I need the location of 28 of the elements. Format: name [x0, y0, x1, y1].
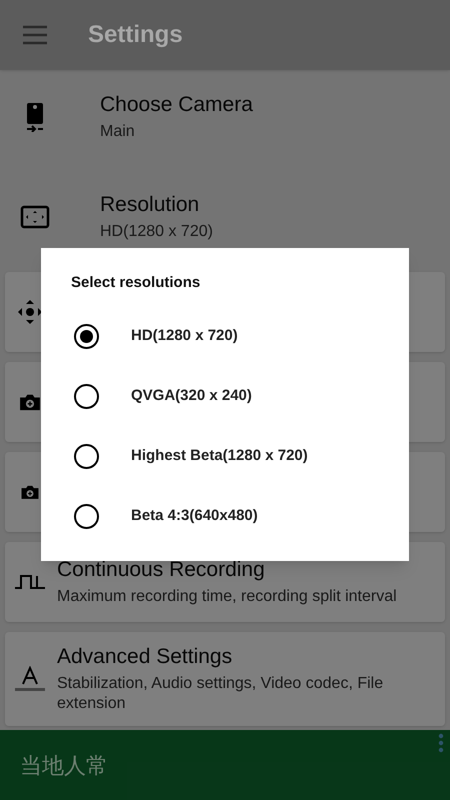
radio-button[interactable] — [74, 444, 99, 469]
camera-icon — [20, 483, 40, 501]
dialog-title: Select resolutions — [70, 273, 202, 293]
radio-button[interactable] — [74, 384, 99, 409]
setting-row[interactable]: Choose Camera Main — [0, 72, 450, 162]
ad-text: 当地人常 — [20, 752, 108, 780]
setting-value: Maximum recording time, recording split interval — [57, 587, 397, 608]
setting-value: Main — [100, 122, 136, 142]
setting-value: Stabilization, Audio settings, Video codec, File extension — [57, 674, 384, 714]
app-title: Settings — [88, 20, 183, 50]
ad-banner[interactable]: 当地人常 — [0, 730, 450, 800]
radio-button[interactable] — [74, 324, 99, 349]
square-wave-icon — [15, 574, 45, 590]
resolution-option[interactable]: QVGA(320 x 240) — [41, 366, 409, 426]
setting-value: HD(1280 x 720) — [100, 222, 213, 242]
radio-button[interactable] — [74, 504, 99, 529]
setting-card[interactable]: Advanced Settings Stabilization, Audio settings, Video codec, File extension — [5, 632, 445, 726]
setting-title: Resolution — [100, 192, 200, 218]
setting-title: Choose Camera — [100, 92, 253, 118]
setting-title: Continuous Recording — [57, 556, 266, 583]
move-icon — [17, 299, 43, 325]
resolution-option[interactable]: HD(1280 x 720) — [41, 306, 409, 366]
setting-row[interactable]: Resolution HD(1280 x 720) — [0, 172, 450, 262]
resolution-option[interactable]: Highest Beta(1280 x 720) — [41, 426, 409, 486]
text-format-icon — [15, 666, 45, 692]
phone-camera-icon — [25, 102, 45, 132]
frame-icon — [20, 205, 50, 229]
setting-title: Advanced Settings — [57, 644, 234, 670]
